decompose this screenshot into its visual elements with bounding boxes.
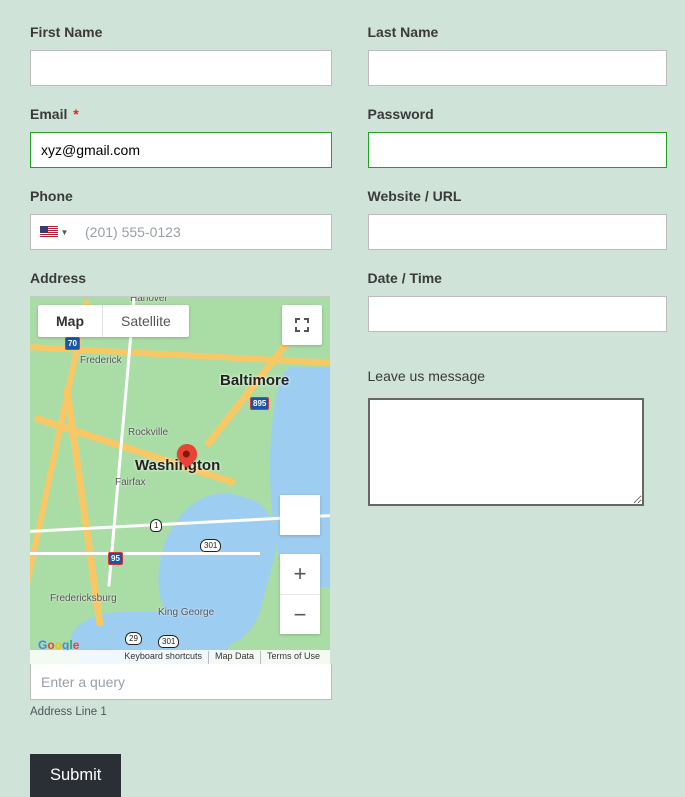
map-tab-satellite[interactable]: Satellite [102, 305, 189, 337]
map-shield-301a: 301 [200, 539, 221, 552]
email-field: Email * [30, 106, 332, 168]
map-town-rockville: Rockville [128, 427, 168, 438]
address-field: Address Hanover [30, 270, 332, 718]
map-shield-70: 70 [65, 337, 80, 350]
datetime-label: Date / Time [368, 270, 668, 286]
map-shield-95: 95 [108, 552, 123, 565]
phone-input[interactable] [77, 215, 331, 249]
email-label: Email * [30, 106, 332, 122]
first-name-input[interactable] [30, 50, 332, 86]
terms-link[interactable]: Terms of Use [267, 651, 326, 664]
map-pan-control[interactable] [280, 495, 320, 535]
phone-field: Phone ▼ [30, 188, 332, 250]
us-flag-icon [40, 226, 58, 238]
zoom-out-button[interactable]: − [280, 594, 320, 634]
caret-down-icon: ▼ [61, 228, 69, 237]
map-town-frederick: Frederick [80, 355, 122, 366]
right-column: Last Name Password Website / URL Date / … [368, 24, 668, 738]
map-town-fredericksburg: Fredericksburg [50, 593, 117, 604]
fullscreen-icon [295, 318, 309, 332]
first-name-field: First Name [30, 24, 332, 86]
left-column: First Name Email * Phone ▼ Address [30, 24, 332, 738]
country-select-button[interactable]: ▼ [31, 215, 77, 249]
password-input[interactable] [368, 132, 668, 168]
password-label: Password [368, 106, 668, 122]
website-label: Website / URL [368, 188, 668, 204]
map-shield-895: 895 [250, 397, 269, 410]
address-label: Address [30, 270, 332, 286]
message-field: Leave us message [368, 368, 668, 511]
address-sublabel: Address Line 1 [30, 706, 332, 718]
message-textarea[interactable] [368, 398, 644, 506]
website-field: Website / URL [368, 188, 668, 250]
submit-button[interactable]: Submit [30, 754, 121, 797]
zoom-controls: + − [280, 554, 320, 634]
map-type-tabs: Map Satellite [38, 305, 189, 337]
map-city-baltimore: Baltimore [220, 372, 289, 389]
fullscreen-button[interactable] [282, 305, 322, 345]
datetime-field: Date / Time [368, 270, 668, 332]
map-shield-29: 29 [125, 632, 142, 645]
first-name-label: First Name [30, 24, 332, 40]
phone-wrapper: ▼ [30, 214, 332, 250]
last-name-label: Last Name [368, 24, 668, 40]
map-town-hanover: Hanover [130, 296, 168, 304]
email-label-text: Email [30, 106, 67, 122]
last-name-field: Last Name [368, 24, 668, 86]
map-town-fairfax: Fairfax [115, 477, 146, 488]
map-town-king-george: King George [158, 607, 214, 618]
password-field: Password [368, 106, 668, 168]
message-label: Leave us message [368, 368, 668, 384]
map-data-link[interactable]: Map Data [215, 651, 261, 664]
map-shield-1: 1 [150, 519, 162, 532]
contact-form: First Name Email * Phone ▼ Address [0, 0, 685, 750]
zoom-in-button[interactable]: + [280, 554, 320, 594]
map-attribution: Keyboard shortcuts Map Data Terms of Use [30, 650, 330, 664]
map-tab-map[interactable]: Map [38, 305, 102, 337]
datetime-input[interactable] [368, 296, 668, 332]
address-map-wrap: Hanover Frederick Baltimore Rockville Wa… [30, 296, 332, 718]
website-input[interactable] [368, 214, 668, 250]
last-name-input[interactable] [368, 50, 668, 86]
address-query-input[interactable] [30, 664, 332, 700]
email-input[interactable] [30, 132, 332, 168]
keyboard-shortcuts-link[interactable]: Keyboard shortcuts [124, 651, 209, 664]
required-marker: * [73, 106, 78, 122]
phone-label: Phone [30, 188, 332, 204]
map-shield-301b: 301 [158, 635, 179, 648]
google-map[interactable]: Hanover Frederick Baltimore Rockville Wa… [30, 296, 330, 664]
